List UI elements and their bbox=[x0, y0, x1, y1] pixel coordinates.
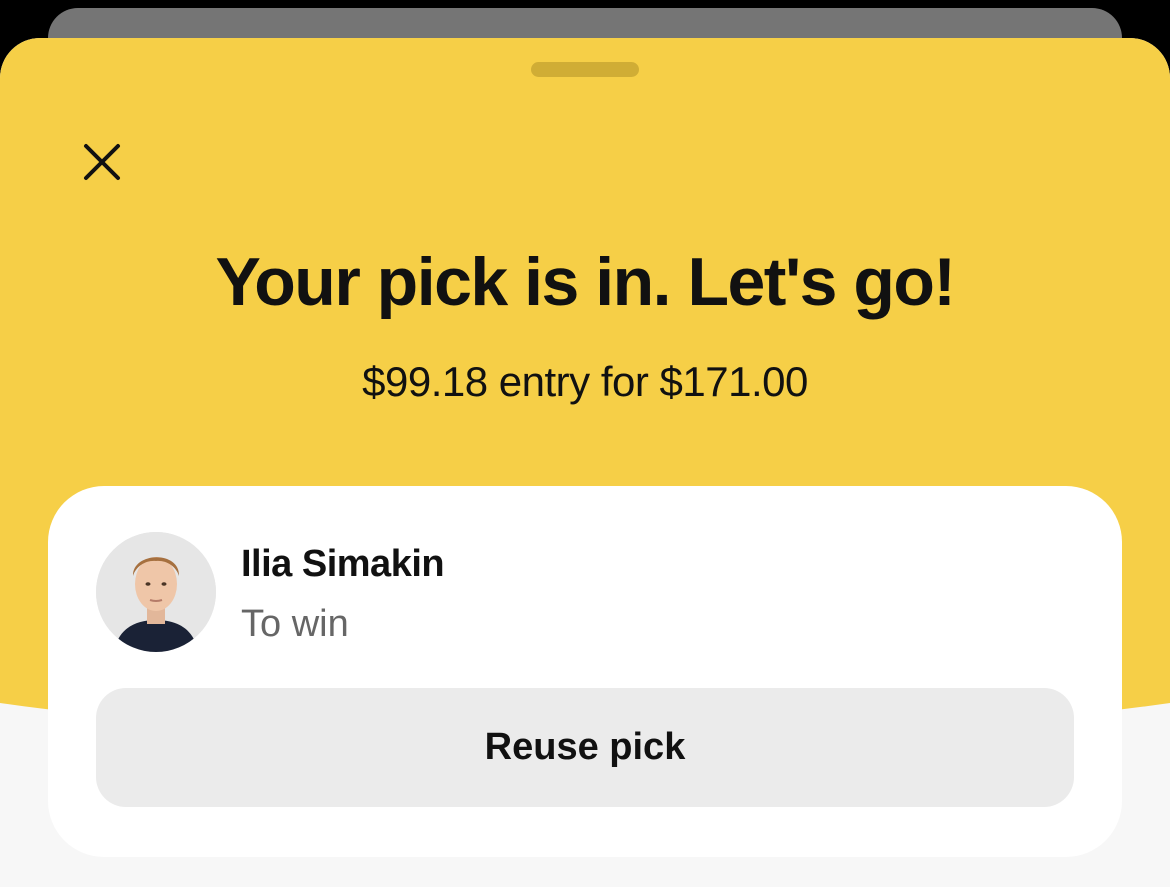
bet-type-label: To win bbox=[241, 603, 349, 645]
close-button[interactable] bbox=[70, 130, 134, 194]
confirmation-headline: Your pick is in. Let's go! bbox=[215, 244, 956, 320]
player-name: Ilia Simakin bbox=[241, 543, 445, 585]
person-icon bbox=[96, 532, 216, 652]
close-icon bbox=[84, 144, 120, 180]
confirmation-sheet: Your pick is in. Let's go! $99.18 entry … bbox=[0, 38, 1170, 887]
pick-card: Ilia Simakin To win Reuse pick bbox=[48, 486, 1122, 857]
entry-summary: $99.18 entry for $171.00 bbox=[362, 358, 808, 405]
sheet-drag-handle[interactable] bbox=[531, 62, 639, 77]
screen: Your pick is in. Let's go! $99.18 entry … bbox=[0, 0, 1170, 887]
reuse-pick-button[interactable]: Reuse pick bbox=[96, 688, 1074, 807]
player-avatar bbox=[96, 532, 216, 652]
